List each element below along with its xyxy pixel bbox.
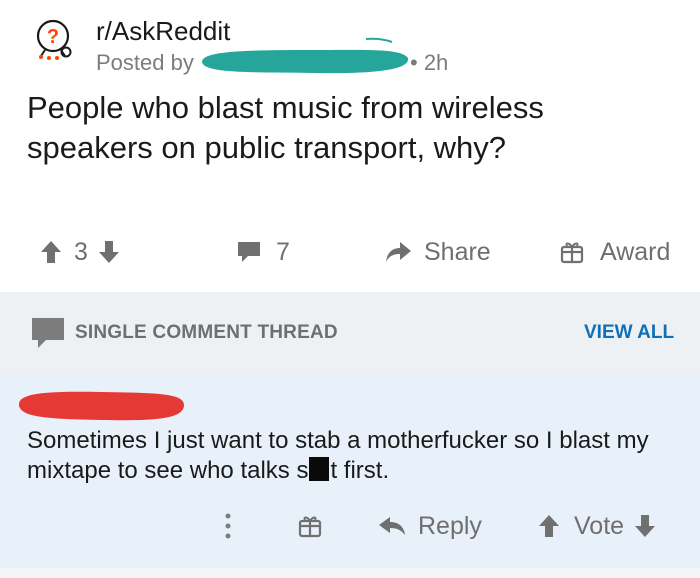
comment-icon: [236, 240, 262, 264]
view-all-link[interactable]: VIEW ALL: [584, 322, 674, 344]
more-vertical-icon: [222, 511, 234, 541]
reply-button[interactable]: Reply: [378, 504, 482, 548]
upvote-icon[interactable]: [538, 513, 560, 539]
gift-icon: [560, 240, 584, 264]
post-title[interactable]: People who blast music from wireless spe…: [27, 88, 667, 168]
comments-button[interactable]: 7: [236, 230, 290, 274]
comment-award-button[interactable]: [298, 504, 322, 548]
award-label: Award: [600, 237, 671, 266]
share-icon: [384, 240, 412, 264]
svg-text:?: ?: [47, 26, 59, 48]
post-action-bar: 3 7 Share Award: [0, 230, 700, 274]
username-redaction: [196, 36, 411, 78]
comment-action-bar: Reply Vote: [0, 504, 700, 548]
comment-text-after: t first.: [330, 457, 390, 484]
post-card: ? r/AskReddit Posted by • 2h People who …: [0, 0, 700, 292]
upvote-icon[interactable]: [40, 239, 62, 265]
vote-control: 3: [40, 230, 120, 274]
comment-vote-control: Vote: [538, 504, 656, 548]
gift-icon: [298, 514, 322, 538]
censor-block: [309, 457, 330, 481]
bottom-divider: [0, 568, 700, 578]
vote-label: Vote: [574, 511, 625, 540]
commenter-redaction: [16, 383, 186, 427]
reply-icon: [378, 515, 406, 537]
askreddit-icon[interactable]: ?: [33, 16, 79, 62]
more-options-button[interactable]: [222, 504, 234, 548]
share-button[interactable]: Share: [384, 230, 491, 274]
thread-label: SINGLE COMMENT THREAD: [75, 322, 338, 343]
reply-label: Reply: [418, 511, 482, 540]
vote-count: 3: [74, 237, 88, 266]
downvote-icon[interactable]: [98, 239, 120, 265]
downvote-icon[interactable]: [634, 513, 656, 539]
comment-count: 7: [276, 237, 290, 266]
posted-by-label: Posted by: [96, 50, 194, 75]
comment-body: Sometimes I just want to stab a motherfu…: [27, 426, 687, 486]
award-button[interactable]: Award: [560, 230, 670, 274]
share-label: Share: [424, 237, 491, 266]
thread-comment-icon: [30, 316, 66, 355]
post-age: • 2h: [410, 50, 449, 75]
